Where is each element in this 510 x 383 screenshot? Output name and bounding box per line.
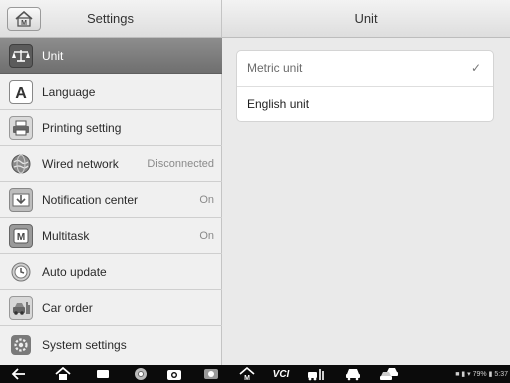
menu-item-label: Car order [42,301,93,315]
menu-item-car-order[interactable]: Car order [0,290,222,326]
network-status-value: Disconnected [147,158,214,170]
display-toggle-icon [204,369,218,379]
option-metric-unit[interactable]: Metric unit ✓ [237,51,493,86]
letter-a-icon: A [9,80,33,104]
camera-button[interactable] [163,366,185,382]
option-label: English unit [247,97,310,111]
menu-item-label: System settings [42,338,127,352]
option-label: Metric unit [247,61,303,75]
cars-icon [380,368,398,380]
unit-page-title: Unit [354,11,378,26]
maxisys-home-button[interactable]: M [236,366,258,382]
menu-item-unit[interactable]: Unit [0,38,222,74]
status-area: ■ ▮ ▾ 79% ▮ 5:37 [455,366,508,382]
camera-icon [167,370,181,380]
update-clock-icon [9,260,33,284]
svg-text:M: M [244,375,250,381]
bottom-navigation-bar: M VCI ■ ▮ ▾ 79% ▮ 5:37 [0,365,510,383]
unit-options-card: Metric unit ✓ English unit [236,50,494,122]
menu-item-system-settings[interactable]: System settings [0,326,222,365]
car-order-icon [9,296,33,320]
checkmark-icon: ✓ [470,61,481,75]
home-M-icon: M [239,367,255,381]
menu-item-label: Notification center [42,193,139,207]
menu-item-notification-center[interactable]: Notification center On [0,182,222,218]
menu-item-label: Printing setting [42,121,122,135]
browser-button[interactable] [130,366,152,382]
menu-item-multitask[interactable]: M Multitask On [0,218,222,254]
vci-button[interactable]: VCI [268,366,294,382]
settings-menu: Unit A Language Printing setting Wired n… [0,38,222,365]
back-arrow-icon [11,368,25,380]
svg-text:M: M [21,20,27,27]
settings-header: M Settings [0,0,222,38]
multitask-M-icon: M [9,224,33,248]
svg-text:A: A [15,85,27,101]
svg-text:M: M [17,232,25,243]
unit-header: Unit [222,0,510,38]
shop-manager-button[interactable] [305,366,327,382]
menu-item-label: Language [42,85,96,99]
multitask-status-value: On [199,230,214,242]
settings-screen: M Settings Unit A Language Printing sett… [0,0,510,383]
multi-vehicle-button[interactable] [378,366,400,382]
unit-content: Metric unit ✓ English unit [222,38,510,365]
notification-status-value: On [199,194,214,206]
android-home-button[interactable] [52,366,74,382]
menu-item-language[interactable]: A Language [0,74,222,110]
menu-item-label: Multitask [42,229,90,243]
recent-apps-icon [97,370,109,378]
display-settings-button[interactable] [200,366,222,382]
service-car-icon [308,369,324,381]
menu-item-label: Unit [42,49,64,63]
menu-item-label: Wired network [42,157,119,171]
back-button[interactable] [8,366,30,382]
scale-icon [9,44,33,68]
menu-item-label: Auto update [42,265,107,279]
notification-icon [9,188,33,212]
menu-item-auto-update[interactable]: Auto update [0,254,222,290]
home-button[interactable]: M [7,7,41,31]
vehicle-button[interactable] [342,366,364,382]
menu-item-wired-network[interactable]: Wired network Disconnected [0,146,222,182]
status-indicators: ■ ▮ ▾ 79% ▮ 5:37 [455,371,508,378]
settings-title: Settings [87,11,134,26]
option-english-unit[interactable]: English unit [237,86,493,121]
printer-icon [9,116,33,140]
house-icon [55,367,71,380]
vci-label: VCI [272,368,290,380]
car-front-icon [346,369,360,381]
recent-apps-button[interactable] [92,366,114,382]
menu-item-printing-setting[interactable]: Printing setting [0,110,222,146]
chrome-browser-icon [135,368,147,380]
network-globe-icon [9,152,33,176]
gear-icon [9,333,33,357]
home-M-icon: M [15,11,33,27]
